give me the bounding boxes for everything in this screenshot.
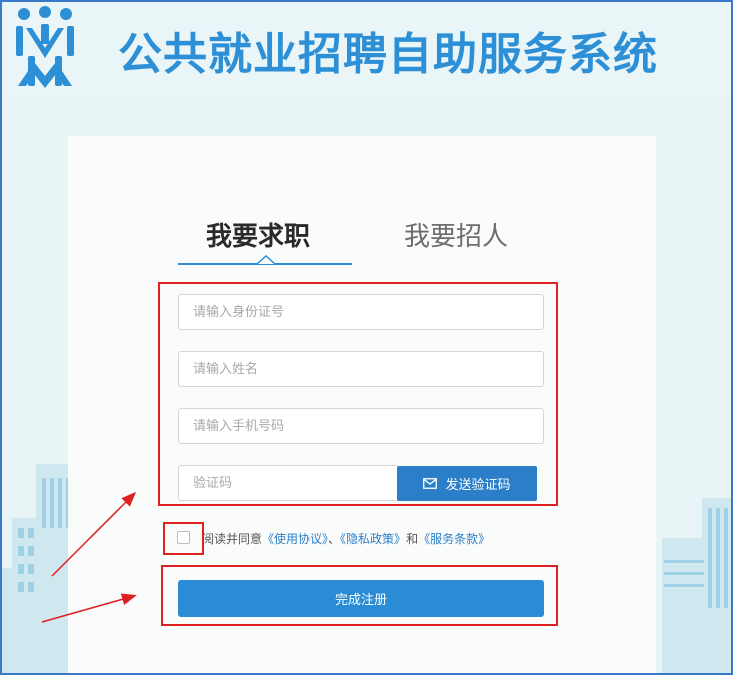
caret-up-icon	[256, 254, 276, 265]
header: 公共就业招聘自助服务系统	[2, 2, 731, 98]
terms-link[interactable]: 《使用协议》	[262, 532, 328, 546]
people-logo-icon	[16, 6, 74, 88]
app-title: 公共就业招聘自助服务系统	[118, 29, 658, 80]
send-code-button[interactable]: 发送验证码	[397, 466, 537, 501]
phone-input[interactable]	[178, 408, 544, 444]
register-card: 我要求职 我要招人 发送验证码 阅读并同意《使用协议》、《隐私政策》和《服务条款…	[68, 136, 656, 673]
agreement-and: 和	[406, 532, 419, 546]
tab-recruit[interactable]: 我要招人	[404, 216, 508, 253]
send-code-label: 发送验证码	[445, 478, 511, 493]
complete-registration-button[interactable]: 完成注册	[178, 580, 544, 617]
agreement-separator: 、	[328, 532, 341, 546]
agreement-checkbox[interactable]	[177, 531, 190, 544]
mail-icon	[423, 478, 438, 489]
service-link[interactable]: 《服务条款》	[418, 532, 490, 546]
app-window: 公共就业招聘自助服务系统 我要求职 我要招人 请输入身份证号 请输入姓名 请输入…	[0, 0, 733, 675]
tab-seek-job[interactable]: 我要求职	[206, 216, 310, 253]
privacy-link[interactable]: 《隐私政策》	[340, 532, 406, 546]
agreement-prefix: 阅读并同意	[202, 532, 263, 546]
id-number-input[interactable]	[178, 294, 544, 330]
name-input[interactable]	[178, 351, 544, 387]
verification-code-input[interactable]	[178, 465, 398, 501]
agreement-text: 阅读并同意《使用协议》、《隐私政策》和《服务条款》	[202, 530, 490, 547]
